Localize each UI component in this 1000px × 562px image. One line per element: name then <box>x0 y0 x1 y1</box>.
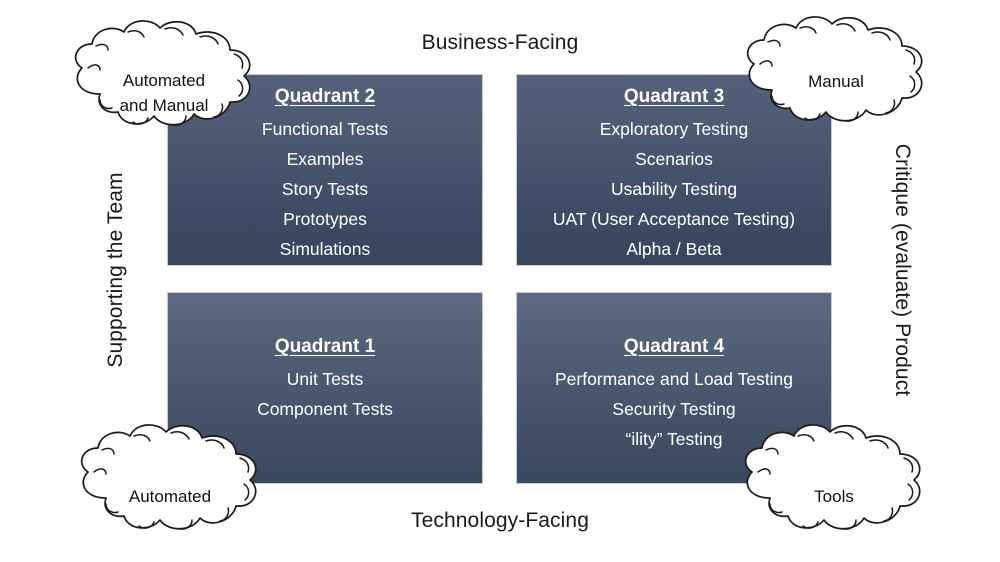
cloud-shape-icon <box>80 424 257 530</box>
quadrant-3-item: Scenarios <box>635 149 713 169</box>
axis-label-supporting-the-team: Supporting the Team <box>104 172 127 368</box>
quadrant-3-item: Alpha / Beta <box>626 239 722 259</box>
quadrant-3-item: UAT (User Acceptance Testing) <box>552 209 796 229</box>
cloud-callout-manual: Manual <box>738 16 934 128</box>
cloud-callout-tools: Tools <box>736 424 932 536</box>
quadrant-3-title: Quadrant 3 <box>623 86 725 107</box>
quadrant-2-item: Story Tests <box>281 179 369 199</box>
quadrant-4-item: Security Testing <box>612 399 736 419</box>
quadrant-2-item: Prototypes <box>283 209 367 229</box>
cloud-shape-icon <box>746 16 923 122</box>
quadrant-2-item: Simulations <box>279 239 371 259</box>
cloud-shape-icon <box>744 424 921 530</box>
cloud-callout-automated: Automated <box>72 424 268 536</box>
quadrant-4-title: Quadrant 4 <box>623 336 725 357</box>
quadrant-2-item: Functional Tests <box>261 119 389 139</box>
axis-label-critique-product: Critique (evaluate) Product <box>891 143 914 397</box>
cloud-shape-icon <box>74 20 251 126</box>
testing-quadrants-diagram: Business-Facing Technology-Facing Suppor… <box>0 0 1000 562</box>
quadrant-4-item: Performance and Load Testing <box>554 369 794 389</box>
quadrant-1-item: Component Tests <box>257 399 393 419</box>
quadrant-4-item: “ility” Testing <box>625 429 723 449</box>
quadrant-1-item: Unit Tests <box>286 369 364 389</box>
quadrant-3-item: Exploratory Testing <box>599 119 749 139</box>
quadrant-3-item: Usability Testing <box>610 179 738 199</box>
cloud-callout-automated-and-manual: Automated and Manual <box>66 20 262 132</box>
quadrant-2-title: Quadrant 2 <box>274 86 376 107</box>
quadrant-1-title: Quadrant 1 <box>274 336 376 357</box>
quadrant-2-item: Examples <box>286 149 364 169</box>
